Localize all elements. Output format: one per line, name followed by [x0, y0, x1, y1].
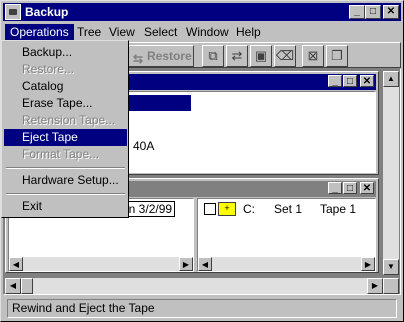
drives-maximize-button[interactable]: □ [343, 75, 357, 87]
menu-item-hardware-setup[interactable]: Hardware Setup... [4, 172, 127, 189]
menu-item-restore-label: Restore... [22, 62, 75, 76]
folder-icon: + [218, 202, 236, 216]
status-text: Rewind and Eject the Tape [7, 299, 397, 318]
tape-drive-icon[interactable]: ▣ [250, 45, 272, 67]
window-title: Backup [25, 5, 69, 19]
selected-drive-row[interactable] [129, 95, 191, 111]
restore-icon: ⇆ [133, 52, 144, 66]
cancel-icon[interactable]: ⊠ [302, 45, 324, 67]
scroll-up-button[interactable]: ▲ [383, 71, 399, 87]
scroll-down-button[interactable]: ▼ [383, 259, 399, 275]
tapes-maximize-button[interactable]: □ [343, 182, 357, 194]
menu-item-catalog[interactable]: Catalog [4, 78, 127, 95]
tape-set-cell: Set 1 [274, 202, 303, 216]
menu-item-eject-tape-label: Eject Tape [22, 130, 78, 144]
scroll-corner [383, 278, 399, 294]
right-hscroll[interactable] [198, 257, 375, 271]
drives-close-button[interactable]: ✕ [360, 75, 374, 87]
menu-item-backup-label: Backup... [22, 45, 73, 59]
menu-item-erase-tape-label: Erase Tape... [22, 96, 93, 110]
menu-item-eject-tape[interactable]: Eject Tape [4, 129, 127, 146]
menu-item-exit[interactable]: Exit [4, 198, 127, 215]
menu-item-hardware-setup-label: Hardware Setup... [22, 173, 119, 187]
drives-minimize-button[interactable]: _ [328, 75, 342, 87]
right-scroll-left-button[interactable]: ◀ [198, 257, 212, 271]
menu-item-restore[interactable]: Restore... [4, 61, 127, 78]
restore-window-icon[interactable]: ❐ [326, 45, 348, 67]
right-scroll-right-button[interactable]: ▶ [361, 257, 375, 271]
maximize-button[interactable]: □ [365, 5, 381, 19]
windows-icon[interactable]: ⧉ [202, 45, 224, 67]
restore-toolbar-label: Restore [147, 49, 192, 63]
left-hscroll[interactable] [9, 257, 193, 271]
menu-item-exit-label: Exit [22, 199, 43, 213]
scroll-right-button[interactable]: ▶ [367, 278, 383, 294]
tapes-close-button[interactable]: ✕ [360, 182, 374, 194]
left-scroll-right-button[interactable]: ▶ [179, 257, 193, 271]
tape-number-cell: Tape 1 [320, 202, 357, 216]
transfer-icon[interactable]: ⇄ [226, 45, 248, 67]
minimize-button[interactable]: _ [349, 5, 365, 19]
drive-label: 40A [133, 139, 155, 153]
menu-item-catalog-label: Catalog [22, 79, 64, 93]
menu-bar: Operations Tree View Select Window Help [3, 23, 401, 41]
main-hscroll[interactable] [5, 278, 383, 294]
tape-drive-cell: C: [243, 202, 255, 216]
menu-item-format-tape[interactable]: Format Tape... [4, 146, 127, 163]
menu-select[interactable]: Select [139, 24, 182, 40]
menu-item-erase-tape[interactable]: Erase Tape... [4, 95, 127, 112]
title-bar[interactable]: Backup _ □ ✕ [3, 3, 401, 21]
hscroll-thumb[interactable] [21, 278, 33, 294]
backup-window: Backup _ □ ✕ Operations Tree View Select… [0, 0, 404, 322]
menu-window[interactable]: Window [181, 24, 234, 40]
left-scroll-left-button[interactable]: ◀ [9, 257, 23, 271]
tape-checkbox[interactable] [204, 203, 216, 215]
status-bar: Rewind and Eject the Tape [3, 296, 401, 320]
app-icon[interactable] [5, 4, 21, 20]
scroll-left-button[interactable]: ◀ [5, 278, 21, 294]
menu-item-retension-tape-label: Retension Tape... [22, 113, 116, 127]
menu-help[interactable]: Help [231, 24, 266, 40]
eraser-icon[interactable]: ⌫ [274, 45, 296, 67]
menu-separator [6, 167, 125, 169]
menu-tree[interactable]: Tree [72, 24, 106, 40]
main-vscroll[interactable] [383, 71, 399, 275]
close-button[interactable]: ✕ [383, 5, 399, 19]
menu-item-backup[interactable]: Backup... [4, 44, 127, 61]
menu-view[interactable]: View [104, 24, 140, 40]
tapes-minimize-button[interactable]: _ [328, 182, 342, 194]
menu-item-format-tape-label: Format Tape... [22, 147, 100, 161]
menu-separator-2 [6, 193, 125, 195]
restore-toolbar-button[interactable]: ⇆ Restore [128, 45, 194, 67]
menu-item-retension-tape[interactable]: Retension Tape... [4, 112, 127, 129]
menu-operations[interactable]: Operations [5, 24, 74, 40]
tapes-list-pane[interactable]: + C: Set 1 Tape 1 ◀ ▶ [197, 198, 376, 272]
operations-menu: Backup... Restore... Catalog Erase Tape.… [1, 40, 129, 218]
